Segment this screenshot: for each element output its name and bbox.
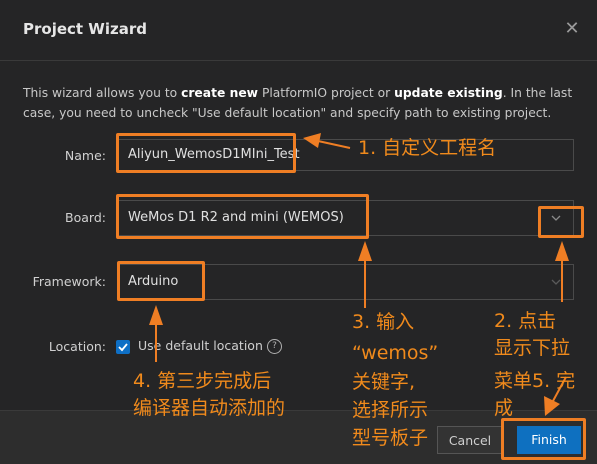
annotation-4-line2: 编译器自动添加的	[133, 397, 286, 419]
annotation-2-line4: 成	[494, 397, 514, 419]
annotation-2-line3: 菜单5. 完	[494, 370, 576, 392]
annotation-4-line1: 4. 第三步完成后	[133, 370, 272, 392]
annotation-3-line1: 3. 输入	[352, 311, 415, 333]
annotation-3-line5: 型号板子	[352, 427, 429, 449]
annotation-3-line3: 关键字,	[352, 371, 416, 393]
annotation-1: 1. 自定义工程名	[358, 137, 497, 159]
annotation-2-line2: 显示下拉	[494, 337, 571, 359]
annotation-3-line2: “wemos”	[352, 342, 439, 364]
annotation-3-line4: 选择所示	[352, 399, 429, 421]
annotation-2-line1: 2. 点击	[494, 310, 557, 332]
